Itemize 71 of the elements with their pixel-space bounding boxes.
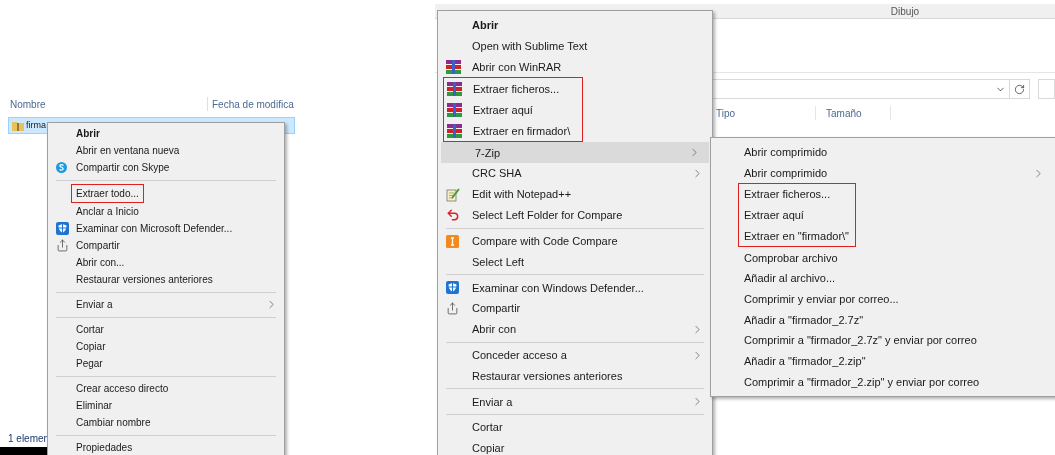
menu-item[interactable]: Anclar a Inicio bbox=[48, 203, 284, 220]
status-text: 1 elemen bbox=[8, 432, 50, 446]
zip-folder-icon bbox=[12, 119, 24, 132]
skype-icon bbox=[56, 162, 67, 173]
search-field[interactable] bbox=[1038, 79, 1055, 99]
menu-item[interactable]: Abrir comprimido bbox=[711, 162, 1055, 184]
book-stack-icon bbox=[447, 124, 462, 138]
refresh-icon bbox=[1014, 83, 1025, 95]
column-header[interactable]: Nombre bbox=[10, 96, 207, 112]
menu-item[interactable]: Copiar bbox=[48, 338, 284, 355]
menu-item[interactable]: Abrir con bbox=[438, 319, 712, 340]
compare-icon bbox=[446, 234, 459, 248]
menu-item[interactable]: Examinar con Microsoft Defender... bbox=[48, 220, 284, 237]
menu-item[interactable]: Abrir en ventana nueva bbox=[48, 142, 284, 159]
menu-item[interactable]: Restaurar versiones anteriores bbox=[438, 365, 712, 387]
menu-item[interactable]: Enviar a bbox=[48, 296, 284, 313]
notepad-icon bbox=[446, 187, 460, 202]
menu-item[interactable]: Abrir bbox=[438, 15, 712, 36]
share-icon bbox=[56, 239, 69, 252]
file-name: firma bbox=[26, 118, 46, 132]
menu-item[interactable]: 7-Zip bbox=[441, 142, 709, 164]
menu-item[interactable]: Extraer aquí bbox=[444, 99, 571, 121]
menu-item[interactable]: Añadir a "firmador_2.zip" bbox=[711, 350, 1055, 372]
menu-item[interactable]: Select Left Folder for Compare bbox=[438, 204, 712, 226]
menu-item[interactable]: Comprimir a "firmador_2.zip" y enviar por correo bbox=[711, 371, 1055, 393]
menu-item[interactable]: Extraer ficheros... bbox=[739, 184, 849, 206]
menu-item[interactable]: Comprimir y enviar por correo... bbox=[711, 288, 1055, 310]
menu-item[interactable]: Compare with Code Compare bbox=[438, 230, 712, 252]
window-title: Dibujo bbox=[890, 4, 920, 19]
menu-item[interactable]: Compartir bbox=[48, 237, 284, 254]
menu-item[interactable]: Abrir bbox=[48, 125, 284, 142]
book-stack-icon bbox=[447, 82, 462, 96]
menu-item[interactable]: Restaurar versiones anteriores bbox=[48, 271, 284, 288]
menu-item[interactable]: Comprimir a "firmador_2.7z" y enviar por correo bbox=[711, 330, 1055, 351]
shield-icon bbox=[56, 222, 69, 235]
shield-icon bbox=[446, 281, 459, 295]
menu-item[interactable]: Abrir con WinRAR bbox=[438, 56, 712, 78]
menu-item[interactable]: Extraer ficheros... bbox=[444, 78, 571, 100]
menu-item[interactable]: Pegar bbox=[48, 355, 284, 372]
menu-item[interactable]: Compartir con Skype bbox=[48, 159, 284, 176]
menu-item[interactable]: Propiedades bbox=[48, 439, 284, 455]
menu-item[interactable]: Edit with Notepad++ bbox=[438, 184, 712, 205]
menu-item[interactable]: Select Left bbox=[438, 251, 712, 273]
menu-item[interactable]: Abrir con... bbox=[48, 254, 284, 271]
menu-item[interactable]: Extraer todo... bbox=[72, 185, 139, 202]
menu-item[interactable]: Enviar a bbox=[438, 391, 712, 413]
menu-item[interactable]: Crear acceso directo bbox=[48, 380, 284, 397]
menu-item[interactable]: Open with Sublime Text bbox=[438, 35, 712, 57]
menu-item[interactable]: Añadir a "firmador_2.7z" bbox=[711, 309, 1055, 331]
undo-arrow-icon bbox=[446, 208, 460, 223]
book-stack-icon bbox=[447, 103, 462, 117]
book-stack-icon bbox=[446, 60, 461, 75]
column-header[interactable]: Fecha de modifica bbox=[212, 96, 294, 112]
menu-item[interactable]: Conceder acceso a bbox=[438, 344, 712, 366]
menu-item[interactable]: Abrir comprimido bbox=[711, 142, 1055, 163]
menu-item[interactable]: Cambiar nombre bbox=[48, 414, 284, 431]
menu-item[interactable]: Extraer en firmador\ bbox=[444, 120, 571, 142]
menu-item[interactable]: CRC SHA bbox=[438, 163, 712, 185]
menu-item[interactable]: Extraer en "firmador\" bbox=[739, 225, 849, 247]
menu-item[interactable]: Compartir bbox=[438, 298, 712, 319]
menu-item[interactable]: Examinar con Windows Defender... bbox=[438, 277, 712, 299]
menu-item[interactable]: Copiar bbox=[438, 438, 712, 455]
menu-item[interactable]: Comprobar archivo bbox=[711, 247, 1055, 269]
menu-item[interactable]: Cortar bbox=[438, 417, 712, 438]
column-header[interactable]: Tamaño bbox=[826, 105, 890, 121]
share-icon bbox=[446, 302, 459, 316]
column-header[interactable]: Tipo bbox=[716, 105, 815, 121]
menu-item[interactable]: Cortar bbox=[48, 321, 284, 338]
menu-item[interactable]: Eliminar bbox=[48, 397, 284, 414]
menu-item[interactable]: Añadir al archivo... bbox=[711, 268, 1055, 289]
menu-item[interactable]: Extraer aquí bbox=[739, 205, 849, 226]
